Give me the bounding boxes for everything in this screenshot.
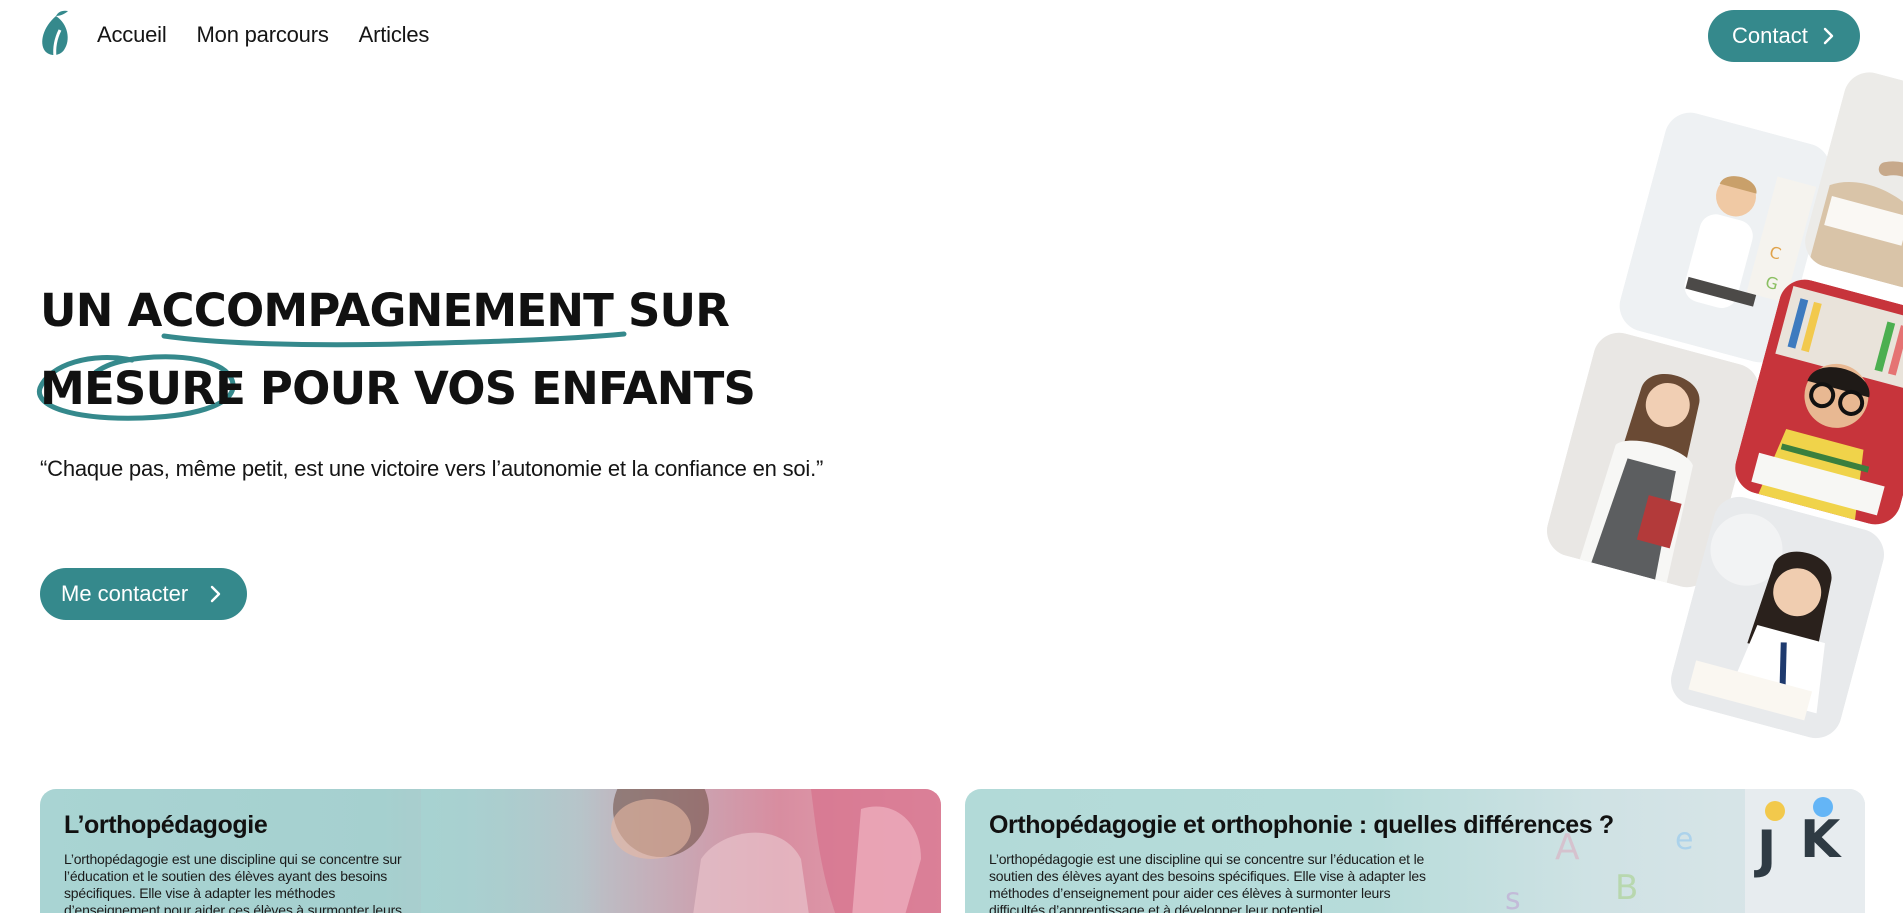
nav-link-mon-parcours[interactable]: Mon parcours (197, 22, 329, 48)
leaf-logo-icon[interactable] (38, 10, 74, 60)
brush-underline (161, 331, 627, 348)
svg-text:e: e (1675, 822, 1693, 857)
svg-text:s: s (1505, 882, 1521, 913)
nav-links: Accueil Mon parcours Articles (97, 22, 429, 48)
hero-title-word-un: UN (40, 284, 128, 337)
contact-me-button[interactable]: Me contacter (40, 568, 247, 620)
hero-title-word-mesure: MESURE (40, 362, 246, 415)
hero-title-line-1: UN ACCOMPAGNEMENT SUR (40, 272, 755, 350)
chevron-right-icon (1823, 27, 1834, 45)
top-navigation: Accueil Mon parcours Articles Contact (0, 0, 1903, 75)
chevron-right-icon (210, 585, 221, 603)
card-photo-children (421, 789, 941, 913)
hero-title-line-2: MESURE POUR VOS ENFANTS (36, 350, 756, 428)
hero-title: UN ACCOMPAGNEMENT SUR MESURE POUR VOS EN… (36, 272, 756, 428)
article-card-differences[interactable]: A B e s J K Orthopédagogie et orthophoni… (965, 789, 1865, 913)
card-excerpt: L’orthopédagogie est une discipline qui … (64, 851, 402, 913)
hero-quote: “Chaque pas, même petit, est une victoir… (40, 456, 824, 481)
card-photo-letters: A B e s J K (1505, 789, 1865, 913)
hero-title-rest: POUR VOS ENFANTS (245, 362, 756, 415)
svg-text:J: J (1754, 820, 1776, 880)
nav-link-articles[interactable]: Articles (359, 22, 430, 48)
contact-button[interactable]: Contact (1708, 10, 1860, 62)
card-excerpt: L’orthopédagogie est une discipline qui … (989, 851, 1426, 913)
card-title: Orthopédagogie et orthophonie : quelles … (989, 811, 1614, 839)
svg-text:B: B (1615, 868, 1638, 908)
article-card-orthopedagogie[interactable]: L’orthopédagogie L’orthopédagogie est un… (40, 789, 941, 913)
hero-title-word-sur: SUR (613, 284, 730, 337)
svg-text:K: K (1800, 810, 1842, 870)
card-title: L’orthopédagogie (64, 811, 268, 839)
contact-button-label: Contact (1732, 23, 1808, 48)
contact-me-button-label: Me contacter (61, 581, 189, 606)
nav-link-accueil[interactable]: Accueil (97, 22, 167, 48)
